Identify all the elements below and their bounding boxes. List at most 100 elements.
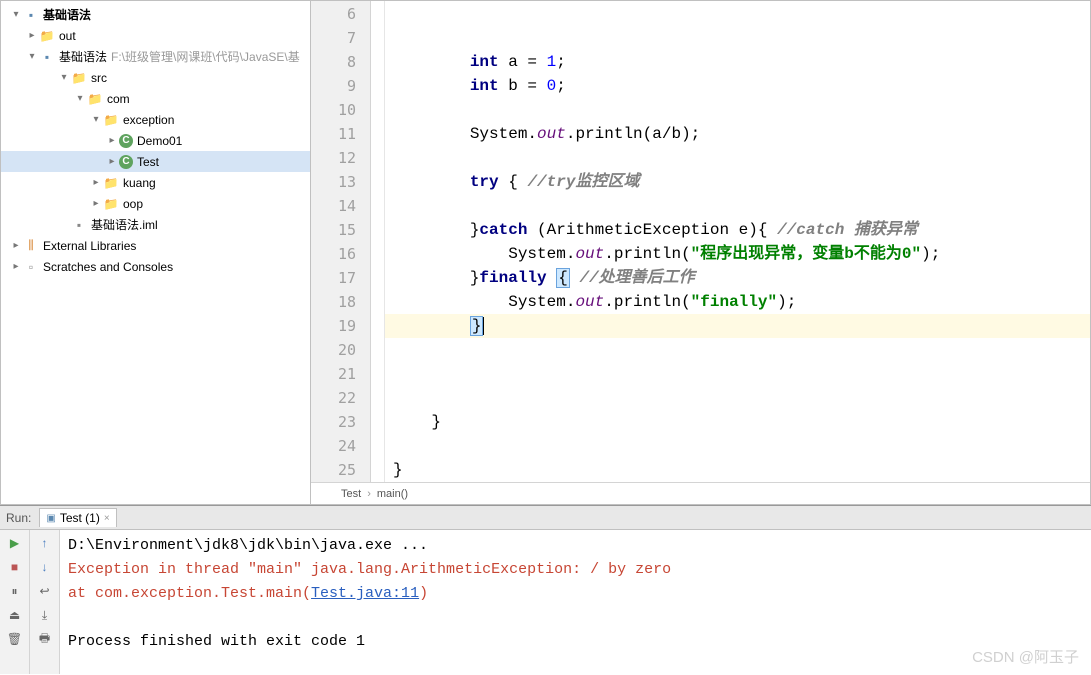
tree-scratches[interactable]: ▸ ▫ Scratches and Consoles [1,256,310,277]
tree-exception[interactable]: ▾ 📁 exception [1,109,310,130]
tree-module[interactable]: ▾ ▪ 基础语法 F:\班级管理\网课班\代码\JavaSE\基 [1,46,310,67]
chevron-right-icon[interactable]: ▸ [25,30,39,41]
line-number: 21 [311,362,356,386]
line-number: 15 [311,218,356,242]
tree-label: exception [123,113,174,127]
line-number: 16 [311,242,356,266]
tree-iml[interactable]: ▪ 基础语法.iml [1,214,310,235]
tree-label: oop [123,197,143,211]
tree-ext-lib[interactable]: ▸ ⫼ External Libraries [1,235,310,256]
tree-label: com [107,92,130,106]
chevron-down-icon[interactable]: ▾ [9,9,23,20]
run-tab[interactable]: ▣ Test (1) × [39,508,116,527]
breadcrumb[interactable]: Test › main() [311,482,1090,504]
stop-icon[interactable]: ■ [6,558,24,576]
trash-icon[interactable]: 🗑 [6,630,24,648]
line-number: 22 [311,386,356,410]
line-number: 10 [311,98,356,122]
line-number: 13 [311,170,356,194]
line-number: 6 [311,2,356,26]
breadcrumb-item[interactable]: main() [377,488,408,500]
console-blank [68,606,1083,630]
project-tree: ▾ ▪ 基础语法 ▸ 📁 out ▾ ▪ 基础语法 F:\班级管理\网课班\代码… [1,1,310,277]
line-number: 24 [311,434,356,458]
editor-body: 6 7 8 9 10 11 12 13 14 15 16 17 18 19 20… [311,1,1090,482]
chevron-right-icon[interactable]: ▸ [105,156,119,167]
down-arrow-icon[interactable]: ↓ [36,558,54,576]
line-number: 11 [311,122,356,146]
chevron-down-icon[interactable]: ▾ [57,72,71,83]
tree-label: Demo01 [137,134,182,148]
rerun-icon[interactable]: ▶ [6,534,24,552]
line-number: 8 [311,50,356,74]
run-label: Run: [6,511,31,525]
class-icon: C [119,134,133,148]
line-gutter[interactable]: 6 7 8 9 10 11 12 13 14 15 16 17 18 19 20… [311,1,371,482]
fold-margin[interactable] [371,1,385,482]
tree-label: Test [137,155,159,169]
run-toolbar-inner: ↑ ↓ ↩ ⤓ 🖶 [30,530,60,674]
tree-label: Scratches and Consoles [43,260,173,274]
tree-root[interactable]: ▾ ▪ 基础语法 [1,4,310,25]
soft-wrap-icon[interactable]: ↩ [36,582,54,600]
tree-label: out [59,29,76,43]
line-number: 25 [311,458,356,482]
text-caret [483,317,484,335]
chevron-right-icon[interactable]: ▸ [89,198,103,209]
module-icon: ▪ [39,49,55,65]
editor-pane: 6 7 8 9 10 11 12 13 14 15 16 17 18 19 20… [311,1,1090,504]
tree-out[interactable]: ▸ 📁 out [1,25,310,46]
run-body: ▶ ■ ⏸ ⏏ 🗑 ↑ ↓ ↩ ⤓ 🖶 D:\Environment\jdk8\… [0,530,1091,674]
project-tree-panel[interactable]: ▾ ▪ 基础语法 ▸ 📁 out ▾ ▪ 基础语法 F:\班级管理\网课班\代码… [1,1,311,504]
file-icon: ▪ [71,217,87,233]
run-config-icon: ▣ [46,513,55,524]
module-icon: ▪ [23,7,39,23]
exit-icon[interactable]: ⏏ [6,606,24,624]
console-line: Process finished with exit code 1 [68,630,1083,654]
line-number: 18 [311,290,356,314]
breadcrumb-item[interactable]: Test [341,488,361,500]
close-icon[interactable]: × [104,513,110,524]
run-toolbar-left: ▶ ■ ⏸ ⏏ 🗑 [0,530,30,674]
console-error-line: Exception in thread "main" java.lang.Ari… [68,558,1083,582]
tree-src[interactable]: ▾ 📁 src [1,67,310,88]
pause-icon[interactable]: ⏸ [6,582,24,600]
tree-label: External Libraries [43,239,136,253]
library-icon: ⫼ [23,238,39,254]
class-icon: C [119,155,133,169]
tree-label: 基础语法.iml [91,216,158,233]
chevron-right-icon[interactable]: ▸ [9,240,23,251]
tree-label: 基础语法 [59,48,107,65]
stacktrace-link[interactable]: Test.java:11 [311,585,419,602]
scroll-end-icon[interactable]: ⤓ [36,606,54,624]
chevron-right-icon[interactable]: ▸ [9,261,23,272]
console-output[interactable]: D:\Environment\jdk8\jdk\bin\java.exe ...… [60,530,1091,674]
run-tab-label: Test (1) [60,511,100,525]
chevron-down-icon[interactable]: ▾ [25,51,39,62]
tree-com[interactable]: ▾ 📁 com [1,88,310,109]
tree-label: 基础语法 [43,6,91,23]
tree-test[interactable]: ▸ C Test [1,151,310,172]
print-icon[interactable]: 🖶 [36,630,54,648]
line-number: 17 [311,266,356,290]
src-folder-icon: 📁 [71,70,87,86]
line-number: 20 [311,338,356,362]
module-path: F:\班级管理\网课班\代码\JavaSE\基 [111,48,300,65]
chevron-right-icon[interactable]: ▸ [105,135,119,146]
console-line: D:\Environment\jdk8\jdk\bin\java.exe ... [68,534,1083,558]
up-arrow-icon[interactable]: ↑ [36,534,54,552]
tree-demo01[interactable]: ▸ C Demo01 [1,130,310,151]
tree-label: kuang [123,176,156,190]
chevron-right-icon[interactable]: ▸ [89,177,103,188]
line-number: 14 [311,194,356,218]
chevron-down-icon[interactable]: ▾ [89,114,103,125]
scratches-icon: ▫ [23,259,39,275]
line-number: 7 [311,26,356,50]
chevron-down-icon[interactable]: ▾ [73,93,87,104]
code-editor[interactable]: int a = 1; int b = 0; System.out.println… [385,1,1090,482]
line-number: 12 [311,146,356,170]
tree-kuang[interactable]: ▸ 📁 kuang [1,172,310,193]
tree-oop[interactable]: ▸ 📁 oop [1,193,310,214]
package-icon: 📁 [103,196,119,212]
main-split: ▾ ▪ 基础语法 ▸ 📁 out ▾ ▪ 基础语法 F:\班级管理\网课班\代码… [0,0,1091,505]
